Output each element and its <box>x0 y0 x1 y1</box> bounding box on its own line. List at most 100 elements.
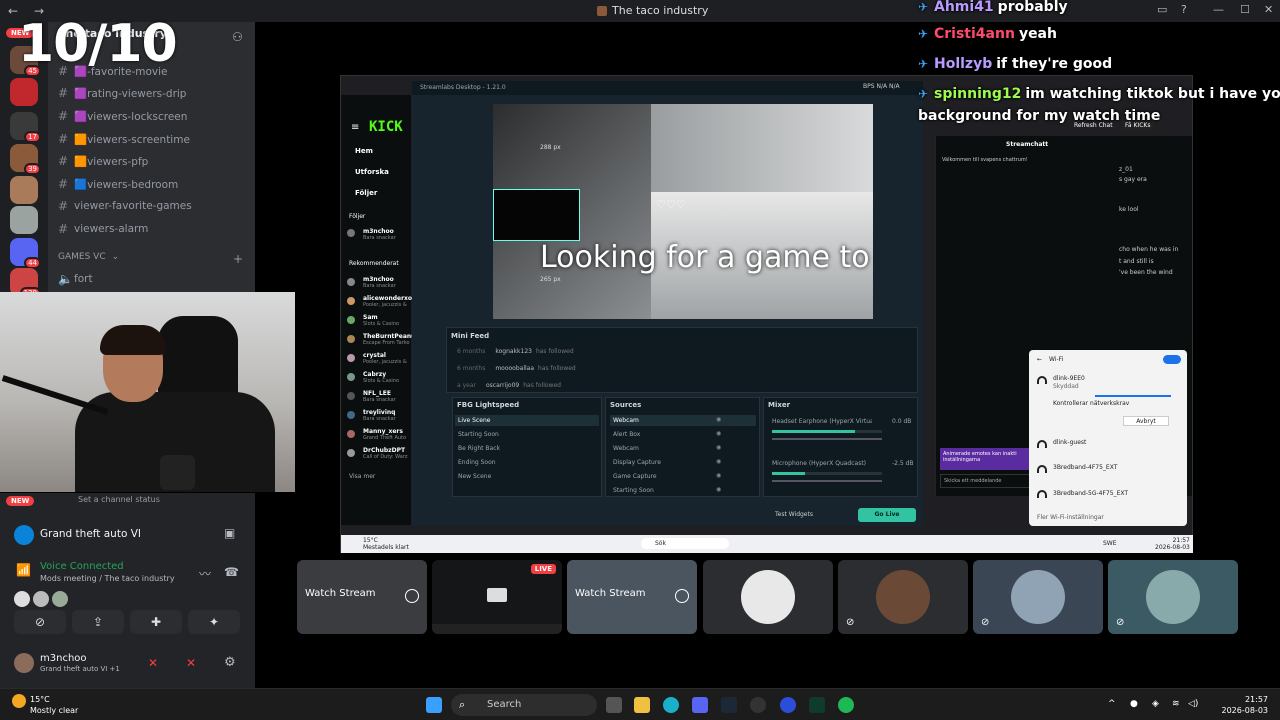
scene-item[interactable]: New Scene <box>455 471 599 482</box>
volume-slider[interactable] <box>772 480 882 482</box>
channel-item[interactable]: # 🟪rating-viewers-drip <box>58 86 186 100</box>
webcam-source[interactable] <box>493 189 580 241</box>
tray-app-icon[interactable]: ● <box>1130 699 1138 709</box>
source-item[interactable]: Game Capture <box>610 471 756 482</box>
recommended-item[interactable]: TheBurntPeanut Escape From Tarko <box>363 333 418 346</box>
maximize-button[interactable]: ☐ <box>1240 3 1250 16</box>
wifi-back-icon[interactable]: ← <box>1037 356 1042 363</box>
channel-item[interactable]: # 🟧viewers-screentime <box>58 132 190 146</box>
server-icon-7[interactable]: 44 <box>10 238 41 269</box>
screen-share-icon[interactable]: ▣ <box>224 526 235 540</box>
watch-stream-button[interactable]: Watch Stream <box>305 588 376 599</box>
recommended-item[interactable]: m3nchoo Bara snackar <box>363 276 396 289</box>
stream-tile[interactable]: ⊘ <box>973 560 1103 634</box>
channel-item[interactable]: # 🟧viewers-pfp <box>58 154 148 168</box>
server-icon-4[interactable]: 39 <box>10 144 41 175</box>
source-item[interactable]: Display Capture <box>610 457 756 468</box>
steam-icon[interactable] <box>721 697 737 713</box>
camera-off-button[interactable]: ⊘ <box>14 610 66 634</box>
channel-item[interactable]: # 🟦viewers-bedroom <box>58 177 178 191</box>
file-explorer-icon[interactable] <box>634 697 650 713</box>
source-item[interactable]: Alert Box <box>610 429 756 440</box>
share-screen-button[interactable]: ⇪ <box>72 610 124 634</box>
source-item[interactable]: Webcam <box>610 443 756 454</box>
visibility-icon[interactable]: ◉ <box>716 472 721 479</box>
visibility-icon[interactable]: ◉ <box>716 444 721 451</box>
task-view-icon[interactable] <box>606 697 622 713</box>
wifi-icon[interactable]: ≋ <box>1172 699 1180 709</box>
channel-item[interactable]: # viewer-favorite-games <box>58 199 192 213</box>
visibility-icon[interactable]: ◉ <box>716 458 721 465</box>
noise-suppression-icon[interactable]: 〰 <box>199 565 211 582</box>
nav-home[interactable]: Hem <box>355 147 373 155</box>
inner-search[interactable]: Sök <box>641 538 729 549</box>
user-avatar[interactable] <box>14 653 34 673</box>
username[interactable]: m3nchoo <box>40 653 87 664</box>
activities-button[interactable]: ✚ <box>130 610 182 634</box>
go-live-button[interactable]: Go Live <box>858 508 916 522</box>
inbox-icon[interactable]: ▭ <box>1157 3 1167 16</box>
recommended-item[interactable]: DrChubzDPT Call of Duty: Warz <box>363 447 408 460</box>
network-name[interactable]: 3Bredband-5G-4F75_EXT <box>1053 490 1128 497</box>
add-channel-icon[interactable]: + <box>233 252 243 266</box>
visibility-icon[interactable]: ◉ <box>716 430 721 437</box>
pop-out-icon[interactable] <box>405 589 419 603</box>
volume-slider[interactable] <box>772 438 882 440</box>
stream-tile[interactable]: Watch Stream <box>297 560 427 634</box>
menu-icon[interactable]: ≡ <box>351 122 359 133</box>
recommended-item[interactable]: Manny_xers Grand Theft Auto <box>363 428 406 441</box>
taskbar-clock[interactable]: 21:57 2026-08-03 <box>1222 694 1269 716</box>
minimize-button[interactable]: — <box>1213 3 1224 16</box>
network-name[interactable]: dlink-9EE0 <box>1053 375 1085 382</box>
server-icon-5[interactable] <box>10 176 38 204</box>
category-header[interactable]: GAMES VC ⌄ <box>58 252 119 262</box>
show-more-link[interactable]: Visa mer <box>349 473 375 480</box>
spotify-icon[interactable] <box>838 697 854 713</box>
source-item[interactable]: Webcam <box>610 415 756 426</box>
soundboard-button[interactable]: ✦ <box>188 610 240 634</box>
discord-icon[interactable] <box>692 697 708 713</box>
visibility-icon[interactable]: ◉ <box>716 486 721 493</box>
stream-tile[interactable]: LIVE <box>432 560 562 634</box>
recommended-item[interactable]: NFL_LEE Bara snackar <box>363 390 396 403</box>
following-item[interactable]: m3nchoo Bara snackar <box>363 228 396 241</box>
tray-app-icon[interactable]: ◈ <box>1152 699 1159 709</box>
nav-following[interactable]: Följer <box>355 189 377 197</box>
wifi-toggle[interactable] <box>1163 355 1181 364</box>
recommended-item[interactable]: crystal Pooler, jacuzzis & <box>363 352 407 365</box>
cancel-button[interactable]: Avbryt <box>1123 416 1169 426</box>
visibility-icon[interactable]: ◉ <box>716 416 721 423</box>
recommended-item[interactable]: alicewonderxo Pooler, jacuzzis & <box>363 295 412 308</box>
source-item[interactable]: Starting Soon <box>610 485 756 496</box>
voice-channel-path[interactable]: Mods meeting / The taco industry <box>40 574 175 583</box>
network-name[interactable]: 3Bredband-4F75_EXT <box>1053 464 1117 471</box>
deafen-icon[interactable]: ✕ <box>186 656 196 670</box>
stream-tile[interactable]: Watch Stream <box>567 560 697 634</box>
stream-tile[interactable]: ⊘ <box>1108 560 1238 634</box>
network-name[interactable]: dlink-guest <box>1053 439 1086 446</box>
scene-item[interactable]: Be Right Back <box>455 443 599 454</box>
server-icon-6[interactable] <box>10 206 38 234</box>
recommended-item[interactable]: treylivinq Bara snackar <box>363 409 396 422</box>
volume-icon[interactable]: ◁) <box>1188 699 1198 709</box>
pop-out-icon[interactable] <box>675 589 689 603</box>
scene-item[interactable]: Starting Soon <box>455 429 599 440</box>
stream-tile[interactable] <box>703 560 833 634</box>
channel-item[interactable]: # 🟪viewers-lockscreen <box>58 109 187 123</box>
nav-explore[interactable]: Utforska <box>355 168 389 176</box>
taskbar-search[interactable]: Search <box>451 694 597 716</box>
tray-chevron-icon[interactable]: ^ <box>1108 699 1116 709</box>
help-icon[interactable]: ? <box>1181 3 1187 16</box>
disconnect-icon[interactable]: ☎ <box>224 565 239 579</box>
start-windows-icon[interactable] <box>426 697 442 713</box>
mic-muted-icon[interactable]: ✕ <box>148 656 158 670</box>
scene-item[interactable]: Ending Soon <box>455 457 599 468</box>
stream-tile[interactable]: ⊘ <box>838 560 968 634</box>
watch-stream-button[interactable]: Watch Stream <box>575 588 646 599</box>
more-wifi-settings-link[interactable]: Fler Wi-Fi-inställningar <box>1037 514 1104 521</box>
close-button[interactable]: ✕ <box>1264 3 1273 16</box>
server-icon-2[interactable] <box>10 78 38 106</box>
test-widgets-button[interactable]: Test Widgets <box>775 511 813 518</box>
voice-connected-label[interactable]: Voice Connected <box>40 561 124 572</box>
recommended-item[interactable]: Cabrzy Slots & Casino <box>363 371 399 384</box>
